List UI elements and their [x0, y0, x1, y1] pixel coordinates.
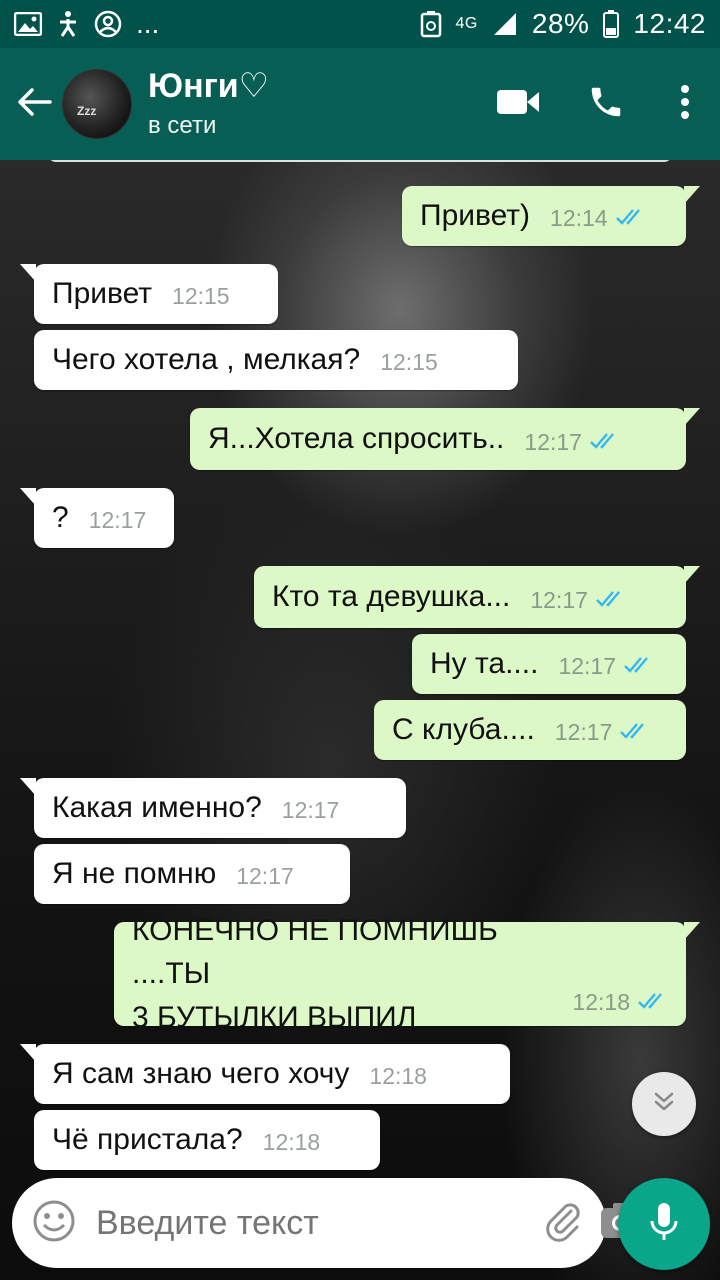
scroll-down-icon	[651, 1089, 677, 1120]
message-time: 12:17	[554, 719, 613, 745]
message-outgoing[interactable]: Я...Хотела спросить.. 12:17	[190, 408, 700, 470]
message-input[interactable]	[94, 1202, 541, 1244]
message-time: 12:15	[172, 283, 230, 309]
message-time: 12:18	[262, 1129, 321, 1155]
battery-percent: 28%	[531, 8, 590, 39]
message-text: Я сам знаю чего хочу	[52, 1057, 350, 1091]
attach-icon	[541, 1199, 585, 1248]
message-text: Я не помню	[52, 857, 217, 891]
message-time: 12:17	[524, 429, 582, 455]
message-outgoing[interactable]: С клуба.... 12:17	[374, 700, 686, 760]
message-text: Кто та девушка...	[272, 580, 511, 614]
message-incoming[interactable]: ? 12:17	[20, 488, 174, 548]
avatar[interactable]	[62, 69, 132, 139]
message-outgoing[interactable]: Привет) 12:14	[402, 186, 700, 246]
previous-message-edge	[48, 160, 672, 162]
double-check-icon	[615, 205, 646, 232]
contact-name: Юнги♡	[148, 67, 270, 106]
message-time: 12:14	[550, 205, 608, 231]
message-text: Привет)	[420, 199, 531, 233]
signal-icon	[492, 11, 518, 37]
message-incoming[interactable]: Я не помню 12:17	[34, 844, 350, 904]
recycle-icon	[420, 10, 442, 38]
scroll-down-button[interactable]	[632, 1072, 696, 1136]
battery-icon	[603, 10, 620, 38]
status-bar: ... 4G 28% 12:42	[0, 0, 720, 48]
video-call-button[interactable]	[474, 48, 562, 160]
contact-status: в сети	[148, 111, 217, 139]
message-text: Чё пристала?	[52, 1123, 243, 1157]
emoji-icon	[32, 1199, 76, 1248]
message-composer	[12, 1178, 639, 1268]
message-time: 12:18	[369, 1063, 427, 1089]
message-time: 12:15	[380, 349, 438, 375]
message-incoming[interactable]: Привет 12:15	[20, 264, 278, 324]
message-text: Привет	[52, 277, 153, 311]
double-check-icon	[596, 587, 626, 614]
more-options-button[interactable]	[650, 48, 720, 160]
gallery-icon	[14, 12, 42, 36]
accessibility-icon	[56, 10, 80, 38]
message-time: 12:17	[558, 653, 616, 679]
message-outgoing[interactable]: Кто та девушка... 12:17	[254, 566, 700, 628]
message-incoming[interactable]: Какая именно? 12:17	[20, 778, 406, 838]
attach-button[interactable]	[541, 1192, 585, 1254]
back-button[interactable]	[4, 48, 64, 160]
double-check-icon	[638, 989, 668, 1016]
network-type: 4G	[455, 15, 478, 32]
back-arrow-icon	[16, 86, 52, 123]
voice-message-button[interactable]	[618, 1178, 710, 1270]
double-check-icon	[620, 719, 650, 746]
message-text: Ну та....	[430, 647, 539, 681]
message-text: ?	[52, 501, 69, 535]
message-text: С клуба....	[392, 713, 535, 747]
more-vert-icon	[680, 84, 690, 125]
message-incoming[interactable]: Чего хотела , мелкая? 12:15	[34, 330, 518, 390]
message-time: 12:17	[281, 797, 340, 823]
double-check-icon	[590, 429, 620, 456]
message-outgoing[interactable]: КОНЕЧНО НЕ ПОМНИШЬ ....ТЫ 3 БУТЫЛКИ ВЫПИ…	[114, 914, 700, 1034]
video-call-icon	[496, 88, 540, 121]
message-time: 12:17	[88, 507, 147, 533]
more-notifications-indicator: ...	[136, 8, 160, 39]
message-incoming[interactable]: Я сам знаю чего хочу 12:18	[20, 1044, 510, 1104]
message-time: 12:18	[572, 989, 630, 1015]
chat-area[interactable]: Привет) 12:14 Привет 12:15 Чего хотела ,…	[0, 160, 720, 1280]
message-time: 12:17	[236, 863, 294, 889]
message-incoming[interactable]: Чё пристала? 12:18	[34, 1110, 380, 1170]
message-text: Я...Хотела спросить..	[208, 422, 505, 456]
message-time: 12:17	[530, 587, 588, 613]
contact-info[interactable]: Юнги♡ в сети	[148, 67, 474, 139]
phone-icon	[587, 83, 625, 126]
emoji-button[interactable]	[32, 1195, 76, 1251]
mic-icon	[649, 1201, 679, 1248]
chat-header: Юнги♡ в сети	[0, 48, 720, 160]
clock: 12:42	[633, 8, 706, 39]
account-icon	[94, 10, 122, 38]
double-check-icon	[624, 653, 654, 680]
message-outgoing[interactable]: Ну та.... 12:17	[412, 634, 686, 694]
message-text: КОНЕЧНО НЕ ПОМНИШЬ ....ТЫ 3 БУТЫЛКИ ВЫПИ…	[132, 913, 498, 1034]
message-text: Чего хотела , мелкая?	[52, 343, 361, 377]
message-text: Какая именно?	[52, 791, 262, 825]
voice-call-button[interactable]	[562, 48, 650, 160]
